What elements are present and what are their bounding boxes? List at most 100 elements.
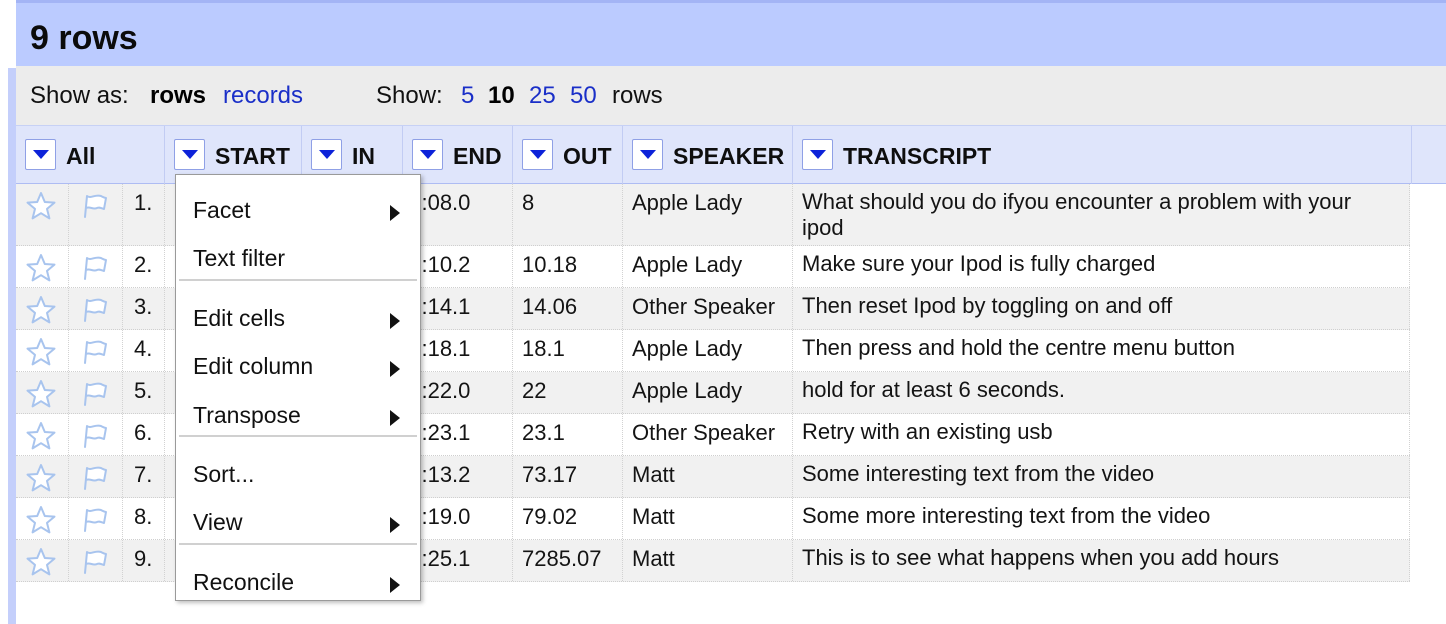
cell-speaker[interactable]: Apple Lady [623,246,793,287]
star-cell [16,288,69,329]
menu-item-edit-cells[interactable]: Edit cells [176,293,420,333]
row-number: 1. [134,190,153,215]
row-number-cell: 5. [123,372,165,413]
menu-item-text-filter[interactable]: Text filter [176,233,420,273]
column-header-all: All [16,126,165,184]
dropdown-arrow-icon[interactable] [174,139,205,170]
menu-item-transpose[interactable]: Transpose [176,390,420,430]
page-size-10-current: 10 [488,82,515,109]
cell-speaker[interactable]: Apple Lady [623,372,793,413]
row-number: 5. [134,378,153,403]
submenu-arrow-icon [390,313,400,329]
cell-speaker[interactable]: Matt [623,456,793,497]
row-number: 2. [134,252,153,277]
row-number: 4. [134,336,153,361]
cell-transcript[interactable]: Make sure your Ipod is fully charged [793,246,1410,287]
cell-transcript[interactable]: What should you do ifyou encounter a pro… [793,184,1410,245]
submenu-arrow-icon [390,205,400,221]
cell-transcript[interactable]: hold for at least 6 seconds. [793,372,1410,413]
flag-cell [69,246,123,287]
page-size-5-link[interactable]: 5 [461,82,474,110]
menu-item-label: Facet [193,197,251,223]
speaker-value: Apple Lady [632,190,743,215]
row-number: 9. [134,546,153,571]
star-cell [16,456,69,497]
menu-item-sort[interactable]: Sort... [176,449,420,489]
cell-speaker[interactable]: Other Speaker [623,288,793,329]
page-size-25-link[interactable]: 25 [529,82,556,110]
speaker-value: Matt [632,462,675,487]
row-number-cell: 1. [123,184,165,245]
menu-item-label: Transpose [193,402,301,428]
menu-item-facet[interactable]: Facet [176,185,420,225]
transcript-value: hold for at least 6 seconds. [802,377,1065,402]
cell-out[interactable]: 10.18 [513,246,623,287]
cell-transcript[interactable]: This is to see what happens when you add… [793,540,1410,581]
page-size-50-link[interactable]: 50 [570,82,597,110]
page-header: 9 rows [16,0,1446,66]
row-number-cell: 8. [123,498,165,539]
dropdown-arrow-icon[interactable] [632,139,663,170]
speaker-value: Other Speaker [632,294,776,319]
cell-transcript[interactable]: Then press and hold the centre menu butt… [793,330,1410,371]
cell-speaker[interactable]: Apple Lady [623,330,793,371]
menu-item-label: Edit column [193,353,314,379]
column-name-transcript: TRANSCRIPT [843,143,992,169]
submenu-arrow-icon [390,517,400,533]
menu-item-label: View [193,509,243,535]
star-cell [16,372,69,413]
transcript-value: This is to see what happens when you add… [802,545,1279,570]
cell-speaker[interactable]: Other Speaker [623,414,793,455]
transcript-value: Then press and hold the centre menu butt… [802,335,1235,360]
cell-transcript[interactable]: Retry with an existing usb [793,414,1410,455]
star-cell [16,330,69,371]
speaker-value: Apple Lady [632,378,743,403]
row-number: 6. [134,420,153,445]
menu-item-reconcile[interactable]: Reconcile [176,557,420,597]
star-cell [16,184,69,245]
dropdown-arrow-icon[interactable] [25,139,56,170]
star-cell [16,246,69,287]
cell-transcript[interactable]: Some more interesting text from the vide… [793,498,1410,539]
column-header-speaker: SPEAKER [623,126,793,184]
cell-transcript[interactable]: Then reset Ipod by toggling on and off [793,288,1410,329]
cell-out[interactable]: 8 [513,184,623,245]
column-name-end: END [453,143,502,169]
cell-out[interactable]: 23.1 [513,414,623,455]
dropdown-arrow-icon[interactable] [311,139,342,170]
row-number-cell: 2. [123,246,165,287]
dropdown-arrow-icon[interactable] [412,139,443,170]
out-value: 14.06 [522,294,578,319]
column-name-in: IN [352,143,375,169]
menu-item-edit-column[interactable]: Edit column [176,341,420,381]
dropdown-arrow-icon[interactable] [522,139,553,170]
mode-records-link[interactable]: records [223,82,303,110]
cell-out[interactable]: 73.17 [513,456,623,497]
cell-transcript[interactable]: Some interesting text from the video [793,456,1410,497]
column-name-all: All [66,143,96,169]
out-value: 22 [522,378,547,403]
out-value: 8 [522,190,535,215]
out-value: 23.1 [522,420,565,445]
menu-item-label: Reconcile [193,569,294,595]
cell-speaker[interactable]: Matt [623,498,793,539]
menu-item-label: Edit cells [193,305,286,331]
cell-out[interactable]: 79.02 [513,498,623,539]
out-value: 79.02 [522,504,578,529]
cell-speaker[interactable]: Apple Lady [623,184,793,245]
transcript-value: Then reset Ipod by toggling on and off [802,293,1173,318]
cell-speaker[interactable]: Matt [623,540,793,581]
show-as-label: Show as: [30,82,129,109]
cell-out[interactable]: 22 [513,372,623,413]
submenu-arrow-icon [390,410,400,426]
speaker-value: Matt [632,546,675,571]
submenu-arrow-icon [390,361,400,377]
row-number: 3. [134,294,153,319]
cell-out[interactable]: 7285.07 [513,540,623,581]
dropdown-arrow-icon[interactable] [802,139,833,170]
cell-out[interactable]: 18.1 [513,330,623,371]
menu-separator [179,543,417,545]
menu-item-view[interactable]: View [176,497,420,537]
cell-out[interactable]: 14.06 [513,288,623,329]
flag-cell [69,540,123,581]
